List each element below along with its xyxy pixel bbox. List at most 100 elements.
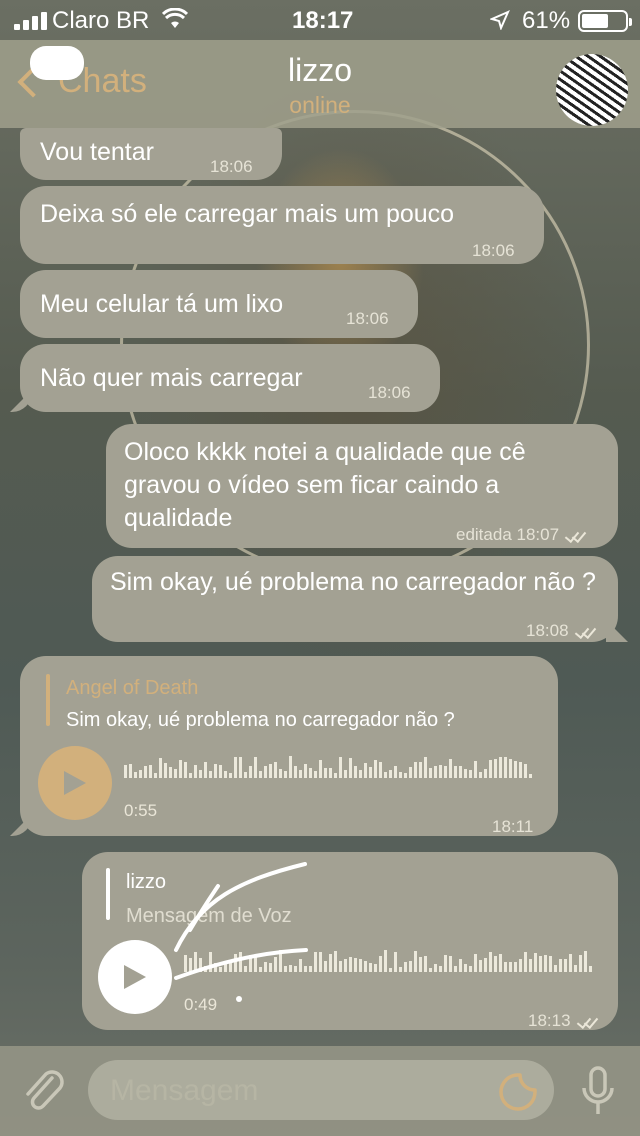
waveform-bar <box>529 959 532 972</box>
waveform-bar <box>534 953 537 972</box>
message-bubble-outgoing[interactable]: Oloco kkkk notei a qualidade que cê grav… <box>106 424 618 548</box>
play-button[interactable] <box>98 940 172 1014</box>
message-text: Meu celular tá um lixo <box>40 290 284 318</box>
waveform-bar <box>434 766 437 778</box>
message-bubble-outgoing[interactable]: Sim okay, ué problema no carregador não … <box>92 556 618 642</box>
waveform-bar <box>184 955 187 972</box>
sticker-icon[interactable] <box>498 1072 538 1117</box>
chat-title[interactable]: lizzo <box>0 52 640 89</box>
waveform-bar <box>349 957 352 972</box>
waveform-bar <box>284 771 287 778</box>
message-text: Sim okay, ué problema no carregador não … <box>110 568 596 596</box>
waveform-bar <box>489 952 492 972</box>
clock: 18:17 <box>292 7 354 34</box>
waveform-bar <box>479 960 482 972</box>
wifi-icon <box>161 7 189 37</box>
waveform-bar <box>139 770 142 778</box>
waveform-bar <box>324 961 327 972</box>
waveform-bar <box>184 762 187 778</box>
paperclip-icon[interactable] <box>22 1068 66 1119</box>
waveform-bar <box>349 758 352 778</box>
message-bubble-incoming[interactable]: Deixa só ele carregar mais um pouco 18:0… <box>20 186 544 264</box>
waveform-bar <box>189 958 192 972</box>
waveform-bar <box>264 766 267 778</box>
waveform-bar <box>289 965 292 972</box>
waveform-bar <box>419 762 422 778</box>
waveform-bar <box>239 952 242 972</box>
signal-icon <box>14 12 47 30</box>
waveform-bar <box>219 967 222 972</box>
battery-percent: 61% <box>522 7 571 34</box>
waveform-bar <box>194 952 197 972</box>
waveform-bar <box>554 965 557 972</box>
read-ticks-icon <box>575 625 597 637</box>
waveform-bar <box>204 966 207 972</box>
waveform-bar <box>174 769 177 778</box>
waveform-bar <box>484 958 487 972</box>
waveform-bar <box>389 968 392 972</box>
waveform-bar <box>364 961 367 972</box>
waveform-bar <box>359 959 362 972</box>
waveform-bar <box>354 766 357 778</box>
waveform-bar <box>389 770 392 778</box>
waveform-bar <box>239 757 242 778</box>
waveform-bar <box>224 771 227 778</box>
waveform-bar <box>589 966 592 972</box>
waveform-bar <box>414 951 417 972</box>
read-ticks-icon <box>565 529 587 541</box>
voice-message-outgoing[interactable]: lizzo Mensagem de Voz 0:49 18:13 <box>82 852 618 1030</box>
waveform-bar <box>394 952 397 972</box>
waveform-bar <box>274 762 277 778</box>
voice-duration: 0:49 <box>184 995 218 1014</box>
reply-text: Sim okay, ué problema no carregador não … <box>66 709 455 731</box>
play-button[interactable] <box>38 746 112 820</box>
waveform-bar <box>564 959 567 972</box>
waveform-bar <box>539 956 542 972</box>
voice-message-incoming[interactable]: Angel of Death Sim okay, ué problema no … <box>20 656 558 836</box>
waveform-bar <box>234 954 237 972</box>
reply-text: Mensagem de Voz <box>126 905 292 927</box>
microphone-icon[interactable] <box>580 1066 616 1123</box>
message-bubble-incoming[interactable]: Meu celular tá um lixo 18:06 <box>20 270 418 338</box>
waveform[interactable] <box>184 950 592 972</box>
waveform-bar <box>284 966 287 972</box>
message-input[interactable]: Mensagem <box>88 1060 554 1120</box>
waveform-bar <box>479 772 482 778</box>
waveform-bar <box>369 767 372 778</box>
message-time: 18:06 <box>210 157 253 176</box>
waveform-bar <box>254 757 257 778</box>
message-bubble-incoming[interactable]: Não quer mais carregar 18:06 <box>20 344 440 412</box>
waveform-bar <box>334 773 337 778</box>
waveform-bar <box>124 765 127 778</box>
waveform-bar <box>209 952 212 972</box>
waveform-bar <box>569 954 572 972</box>
waveform-bar <box>254 955 257 972</box>
avatar[interactable] <box>556 54 628 126</box>
waveform-bar <box>444 766 447 778</box>
waveform-bar <box>164 763 167 778</box>
waveform-bar <box>249 766 252 778</box>
waveform-bar <box>409 767 412 778</box>
waveform-bar <box>274 957 277 972</box>
waveform-bar <box>194 765 197 778</box>
waveform-bar <box>519 959 522 972</box>
waveform-bar <box>294 966 297 972</box>
waveform-bar <box>504 757 507 778</box>
waveform-bar <box>199 770 202 778</box>
waveform-bar <box>129 764 132 778</box>
waveform-bar <box>404 773 407 778</box>
waveform-bar <box>179 760 182 778</box>
waveform-bar <box>269 764 272 778</box>
waveform-bar <box>499 954 502 972</box>
reply-indicator <box>46 674 50 726</box>
reply-indicator <box>106 868 110 920</box>
waveform-bar <box>229 963 232 972</box>
waveform-bar <box>454 766 457 778</box>
message-placeholder: Mensagem <box>110 1074 259 1107</box>
message-bubble-incoming[interactable]: Vou tentar 18:06 <box>20 128 282 180</box>
waveform-bar <box>499 757 502 778</box>
waveform[interactable] <box>124 756 532 778</box>
waveform-bar <box>459 766 462 778</box>
waveform-bar <box>509 759 512 778</box>
waveform-bar <box>249 955 252 972</box>
